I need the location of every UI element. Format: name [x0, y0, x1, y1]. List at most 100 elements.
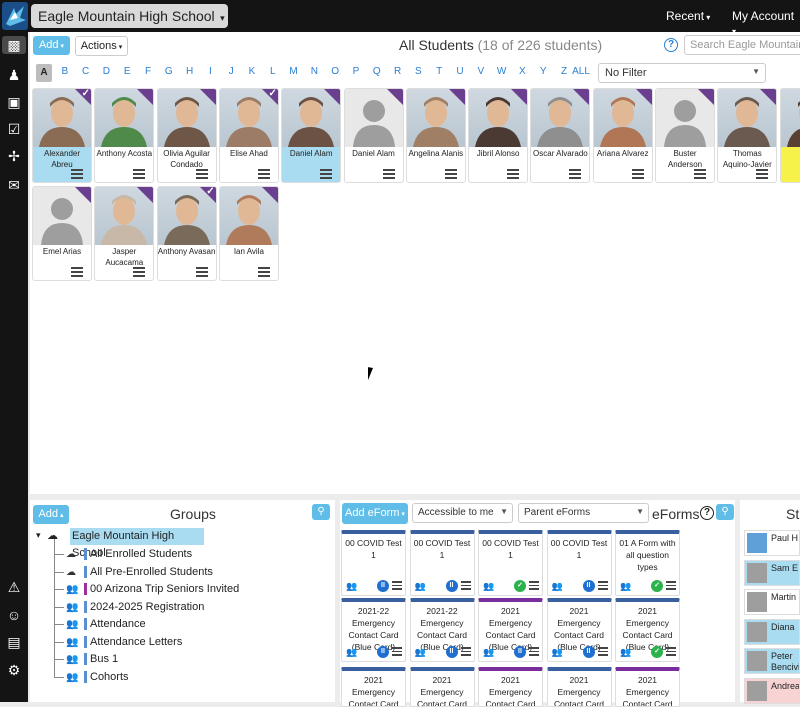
staff-row[interactable]: Paul H: [744, 530, 800, 556]
users-icon[interactable]: 👥: [346, 647, 357, 658]
gear-icon[interactable]: ⚙: [5, 661, 23, 679]
check-icon[interactable]: ✓: [651, 580, 663, 592]
alpha-letter-all[interactable]: ALL: [570, 66, 592, 77]
eform-type-select[interactable]: Parent eForms ▼: [518, 503, 649, 523]
mail-icon[interactable]: ✉: [5, 176, 23, 194]
student-card[interactable]: Buster Anderson: [655, 88, 715, 183]
staff-row[interactable]: Martin: [744, 589, 800, 615]
alpha-letter-v[interactable]: V: [473, 66, 489, 77]
eform-card[interactable]: 2021 Emergency Contact Card (Blue Card) 👥…: [546, 598, 612, 662]
users-icon[interactable]: 👥: [346, 581, 357, 592]
alpha-letter-q[interactable]: Q: [369, 66, 385, 77]
staff-row[interactable]: Sam E: [744, 559, 800, 586]
alpha-letter-p[interactable]: P: [348, 66, 364, 77]
student-card[interactable]: Jasper Aucacama: [94, 186, 155, 281]
eform-card[interactable]: 00 COVID Test 1 👥 II: [546, 530, 612, 596]
group-item[interactable]: ☁ All Enrolled Students: [55, 546, 192, 562]
recent-menu[interactable]: Recent ▾: [666, 9, 710, 23]
eform-card[interactable]: 2021-22 Emergency Contact Card (Blue Car…: [341, 598, 406, 662]
checklist-icon[interactable]: ☑: [5, 120, 23, 138]
staff-row[interactable]: Diana: [744, 618, 800, 645]
alpha-letter-m[interactable]: M: [286, 66, 302, 77]
eforms-search-button[interactable]: ⚲: [716, 504, 734, 520]
alpha-letter-f[interactable]: F: [140, 66, 156, 77]
alpha-letter-j[interactable]: J: [223, 66, 239, 77]
users-icon[interactable]: 👥: [415, 647, 426, 658]
hamburger-menu-icon[interactable]: [195, 169, 208, 179]
student-card[interactable]: Anthony Acosta: [94, 88, 155, 183]
search-input[interactable]: Search Eagle Mountain High: [684, 35, 800, 55]
users-icon[interactable]: 👥: [620, 647, 631, 658]
hamburger-menu-icon[interactable]: [320, 169, 333, 179]
student-card[interactable]: ✓ Elise Ahad: [218, 88, 279, 183]
hamburger-menu-icon[interactable]: [529, 647, 539, 658]
hamburger-menu-icon[interactable]: [71, 169, 83, 179]
hamburger-menu-icon[interactable]: [133, 267, 146, 277]
users-icon[interactable]: 👥: [483, 647, 494, 658]
pause-icon[interactable]: II: [582, 580, 595, 592]
alpha-letter-u[interactable]: U: [452, 66, 468, 77]
alpha-letter-s[interactable]: S: [410, 66, 426, 77]
alpha-letter-x[interactable]: X: [514, 66, 530, 77]
hamburger-menu-icon[interactable]: [444, 169, 457, 179]
eform-card[interactable]: 2021 Emergency Contact Card: [409, 667, 475, 707]
pause-icon[interactable]: II: [445, 580, 458, 592]
student-card[interactable]: Olivia Aguilar Condado: [156, 88, 217, 183]
filter-select[interactable]: No Filter ▼: [598, 63, 766, 83]
alpha-letter-o[interactable]: O: [327, 66, 343, 77]
hamburger-menu-icon[interactable]: [257, 267, 270, 277]
tree-root-school[interactable]: Eagle Mountain High School: [70, 528, 204, 559]
group-item[interactable]: 👥 Bus 1: [55, 651, 118, 667]
groups-search-button[interactable]: ⚲: [312, 504, 330, 520]
hamburger-menu-icon[interactable]: [382, 169, 395, 179]
eform-card[interactable]: 00 COVID Test 1 👥 ✓: [478, 530, 543, 596]
actions-button[interactable]: Actions ▾: [75, 36, 128, 56]
alpha-letter-k[interactable]: K: [244, 66, 260, 77]
hamburger-menu-icon[interactable]: [392, 647, 402, 658]
alpha-letter-h[interactable]: H: [182, 66, 198, 77]
students-icon[interactable]: ▩: [2, 36, 26, 54]
help-icon[interactable]: ?: [664, 38, 678, 52]
hamburger-menu-icon[interactable]: [529, 581, 539, 592]
student-card[interactable]: Ariana Alvarez: [592, 88, 653, 183]
school-selector[interactable]: Eagle Mountain High School ▾: [31, 4, 228, 28]
users-icon[interactable]: 👥: [620, 581, 631, 592]
users-icon[interactable]: 👥: [552, 647, 563, 658]
users-icon[interactable]: 👥: [415, 581, 426, 592]
hamburger-menu-icon[interactable]: [71, 267, 83, 277]
student-card[interactable]: Angelina Alanis: [405, 88, 466, 183]
pause-icon[interactable]: II: [377, 646, 389, 658]
eform-card[interactable]: 2021-22 Emergency Contact Card (Blue Car…: [409, 598, 475, 662]
group-item[interactable]: 👥 Attendance: [55, 616, 146, 632]
student-card[interactable]: Jibril Alonso: [468, 88, 529, 183]
student-card[interactable]: Daniel Alam: [343, 88, 404, 183]
alpha-letter-g[interactable]: G: [161, 66, 177, 77]
teacher-icon[interactable]: ♟: [5, 66, 23, 84]
alpha-letter-c[interactable]: C: [78, 66, 94, 77]
hamburger-menu-icon[interactable]: [597, 647, 608, 658]
staff-row[interactable]: Peter Bencivi: [744, 648, 800, 674]
alpha-letter-b[interactable]: B: [57, 66, 73, 77]
alpha-letter-e[interactable]: E: [119, 66, 135, 77]
groups-add-button[interactable]: Add ▴: [33, 505, 69, 524]
alpha-letter-w[interactable]: W: [494, 66, 510, 77]
student-card[interactable]: Tetya: [779, 88, 800, 183]
eform-card[interactable]: 2021 Emergency Contact Card: [615, 667, 680, 707]
hamburger-menu-icon[interactable]: [756, 169, 769, 179]
hamburger-menu-icon[interactable]: [666, 647, 676, 658]
eform-card[interactable]: 00 COVID Test 1 👥 II: [341, 530, 406, 596]
eform-card[interactable]: 2021 Emergency Contact Card: [341, 667, 406, 707]
student-card[interactable]: Oscar Alvarado: [530, 88, 591, 183]
staff-row[interactable]: Andrea: [744, 677, 800, 704]
student-card[interactable]: Emel Arias: [32, 186, 92, 281]
add-button[interactable]: Add ▾: [33, 36, 70, 55]
group-item[interactable]: 👥 Attendance Letters: [55, 634, 182, 650]
tree-collapse-icon[interactable]: ▾: [36, 530, 41, 541]
bell-icon[interactable]: ⚠: [5, 578, 23, 596]
document-icon[interactable]: ▣: [5, 93, 23, 111]
hamburger-menu-icon[interactable]: [597, 581, 608, 592]
eform-card[interactable]: 2021 Emergency Contact Card: [546, 667, 612, 707]
alpha-letter-r[interactable]: R: [390, 66, 406, 77]
hamburger-menu-icon[interactable]: [460, 647, 471, 658]
student-card[interactable]: Thomas Aquino-Javier: [717, 88, 778, 183]
